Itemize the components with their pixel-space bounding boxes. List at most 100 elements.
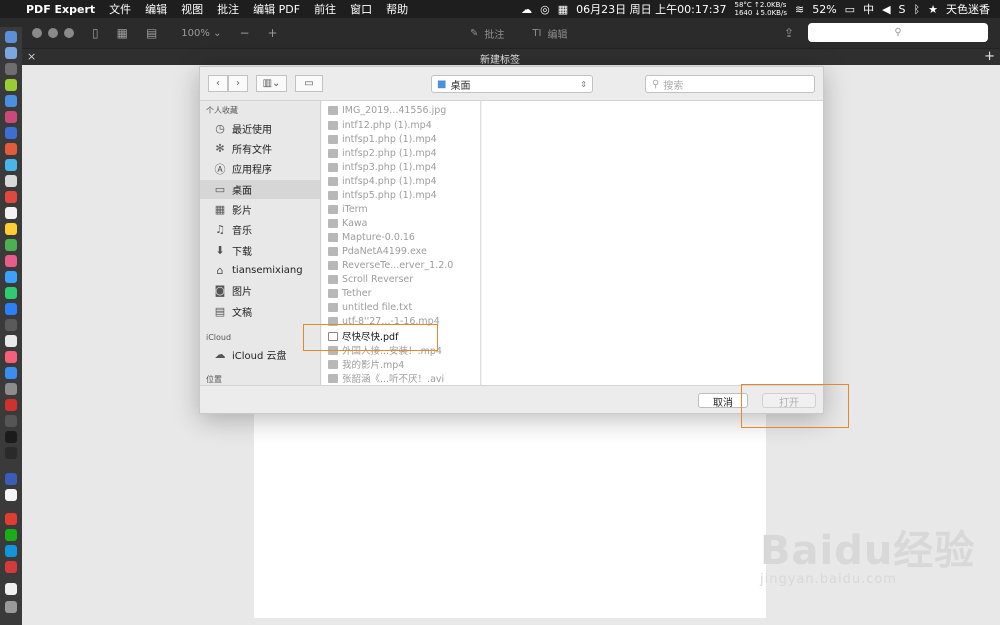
- menu-edit[interactable]: 编辑: [145, 1, 167, 17]
- yandex-icon[interactable]: [5, 489, 17, 501]
- file-item[interactable]: 我的影片.mp4: [322, 357, 480, 371]
- sidebar-item-movies[interactable]: ▦ 影片: [200, 200, 320, 219]
- android-icon[interactable]: [5, 79, 17, 91]
- sidebar-item-desktop[interactable]: ▭ 桌面: [200, 180, 320, 199]
- file-item[interactable]: IMG_2019...41556.jpg: [322, 103, 480, 117]
- system-stats[interactable]: 58°C ↑2.0KB/s 1640 ↓5.0KB/s: [735, 1, 787, 17]
- document-dock-icon[interactable]: [5, 583, 17, 595]
- menu-view[interactable]: 视图: [181, 1, 203, 17]
- menu-edit-pdf[interactable]: 编辑 PDF: [253, 1, 300, 17]
- close-window-button[interactable]: [32, 28, 42, 38]
- share-icon[interactable]: ⇪: [784, 26, 794, 40]
- menu-annotate[interactable]: 批注: [217, 1, 239, 17]
- zoom-level[interactable]: 100% ⌄: [181, 28, 221, 39]
- star-icon[interactable]: ★: [928, 3, 938, 16]
- zoom-out-icon[interactable]: −: [239, 26, 249, 40]
- file-item[interactable]: Mapture-0.0.16: [322, 230, 480, 244]
- bluetooth-icon[interactable]: ᛒ: [914, 3, 921, 16]
- minimize-window-button[interactable]: [48, 28, 58, 38]
- file-item[interactable]: iTerm: [322, 202, 480, 216]
- wifi-icon[interactable]: ≋: [795, 3, 804, 16]
- cloud-status-icon[interactable]: ☁: [521, 3, 532, 16]
- app-icon-7[interactable]: [5, 319, 17, 331]
- qq-icon[interactable]: [5, 545, 17, 557]
- volume-icon[interactable]: ◀: [882, 3, 890, 16]
- file-item[interactable]: untitled file.txt: [322, 300, 480, 314]
- user-name[interactable]: 天色迷香: [946, 1, 990, 17]
- toolbar-search-input[interactable]: ⚲: [808, 23, 988, 42]
- annotate-mode-button[interactable]: ✎ 批注: [470, 26, 504, 41]
- file-item[interactable]: intf12.php (1).mp4: [322, 118, 480, 132]
- menu-window[interactable]: 窗口: [350, 1, 372, 17]
- file-item[interactable]: 张韶涵《...听不厌！.avi: [322, 371, 480, 385]
- new-folder-button[interactable]: ▭: [295, 75, 323, 92]
- forward-button[interactable]: ›: [228, 75, 248, 92]
- facetime-icon[interactable]: [5, 287, 17, 299]
- keynote-icon[interactable]: [5, 335, 17, 347]
- battery-icon[interactable]: ▭: [845, 3, 855, 16]
- notes-icon[interactable]: [5, 223, 17, 235]
- rocket-icon[interactable]: [5, 63, 17, 75]
- app-icon-3[interactable]: [5, 159, 17, 171]
- finder-icon[interactable]: [5, 31, 17, 43]
- file-item[interactable]: intfsp3.php (1).mp4: [322, 160, 480, 174]
- app-icon-8[interactable]: [5, 415, 17, 427]
- menu-go[interactable]: 前往: [314, 1, 336, 17]
- file-item[interactable]: intfsp1.php (1).mp4: [322, 132, 480, 146]
- messages-icon[interactable]: [5, 271, 17, 283]
- sidebar-toggle-icon[interactable]: ▯: [92, 26, 99, 40]
- app-icon-6[interactable]: [5, 303, 17, 315]
- trash-icon[interactable]: [5, 601, 17, 613]
- globe-icon[interactable]: ◎: [540, 3, 550, 16]
- app-menu[interactable]: PDF Expert: [26, 3, 95, 16]
- file-item[interactable]: Tether: [322, 286, 480, 300]
- sidebar-item-downloads[interactable]: ⬇ 下载: [200, 241, 320, 260]
- new-tab-button[interactable]: +: [984, 49, 995, 64]
- netease-icon[interactable]: [5, 513, 17, 525]
- menu-help[interactable]: 帮助: [386, 1, 408, 17]
- sidebar-item-documents[interactable]: ▤ 文稿: [200, 302, 320, 321]
- pdf-expert-icon[interactable]: [5, 561, 17, 573]
- battery-percent[interactable]: 52%: [812, 3, 836, 16]
- appstore-icon[interactable]: [5, 367, 17, 379]
- sogou-icon[interactable]: S: [899, 3, 906, 16]
- tab-title[interactable]: 新建标签: [0, 51, 1000, 66]
- sidebar-item-home[interactable]: ⌂ tiansemixiang: [200, 261, 320, 280]
- view-mode-button[interactable]: ▥⌄: [256, 75, 287, 92]
- clock-text[interactable]: 06月23日 周日 上午00:17:37: [576, 1, 726, 17]
- file-item[interactable]: intfsp4.php (1).mp4: [322, 174, 480, 188]
- file-item[interactable]: ReverseTe...erver_1.2.0: [322, 258, 480, 272]
- file-item[interactable]: intfsp5.php (1).mp4: [322, 188, 480, 202]
- file-item[interactable]: PdaNetA4199.exe: [322, 244, 480, 258]
- grid-view-icon[interactable]: ▦: [117, 26, 128, 40]
- sidebar-item-music[interactable]: ♫ 音乐: [200, 220, 320, 239]
- menu-file[interactable]: 文件: [109, 1, 131, 17]
- photos-icon[interactable]: [5, 255, 17, 267]
- maps-icon[interactable]: [5, 239, 17, 251]
- app-icon-1[interactable]: [5, 111, 17, 123]
- file-item[interactable]: Scroll Reverser: [322, 272, 480, 286]
- iterm-icon[interactable]: [5, 447, 17, 459]
- back-button[interactable]: ‹: [208, 75, 228, 92]
- calendar-icon[interactable]: ▦: [558, 3, 568, 16]
- sidebar-item-applications[interactable]: Ⓐ 应用程序: [200, 159, 320, 178]
- settings-icon[interactable]: [5, 383, 17, 395]
- launchpad-icon[interactable]: [5, 47, 17, 59]
- page-layout-icon[interactable]: ▤: [146, 26, 157, 40]
- vpn-icon[interactable]: [5, 473, 17, 485]
- calendar-app-icon[interactable]: [5, 191, 17, 203]
- zoom-window-button[interactable]: [64, 28, 74, 38]
- vivaldi-icon[interactable]: [5, 399, 17, 411]
- location-select[interactable]: ■ 桌面 ⇕: [431, 75, 593, 93]
- sidebar-item-pictures[interactable]: ◙ 图片: [200, 281, 320, 300]
- input-method[interactable]: 中: [863, 1, 874, 17]
- chrome-icon[interactable]: [5, 143, 17, 155]
- app-icon-2[interactable]: [5, 127, 17, 139]
- terminal-icon[interactable]: [5, 431, 17, 443]
- file-item[interactable]: Kawa: [322, 216, 480, 230]
- edit-mode-button[interactable]: TI 编辑: [532, 26, 567, 41]
- sidebar-item-all-files[interactable]: ✻ 所有文件: [200, 139, 320, 158]
- app-icon-5[interactable]: [5, 207, 17, 219]
- sidebar-item-recents[interactable]: ◷ 最近使用: [200, 119, 320, 138]
- file-item[interactable]: intfsp2.php (1).mp4: [322, 146, 480, 160]
